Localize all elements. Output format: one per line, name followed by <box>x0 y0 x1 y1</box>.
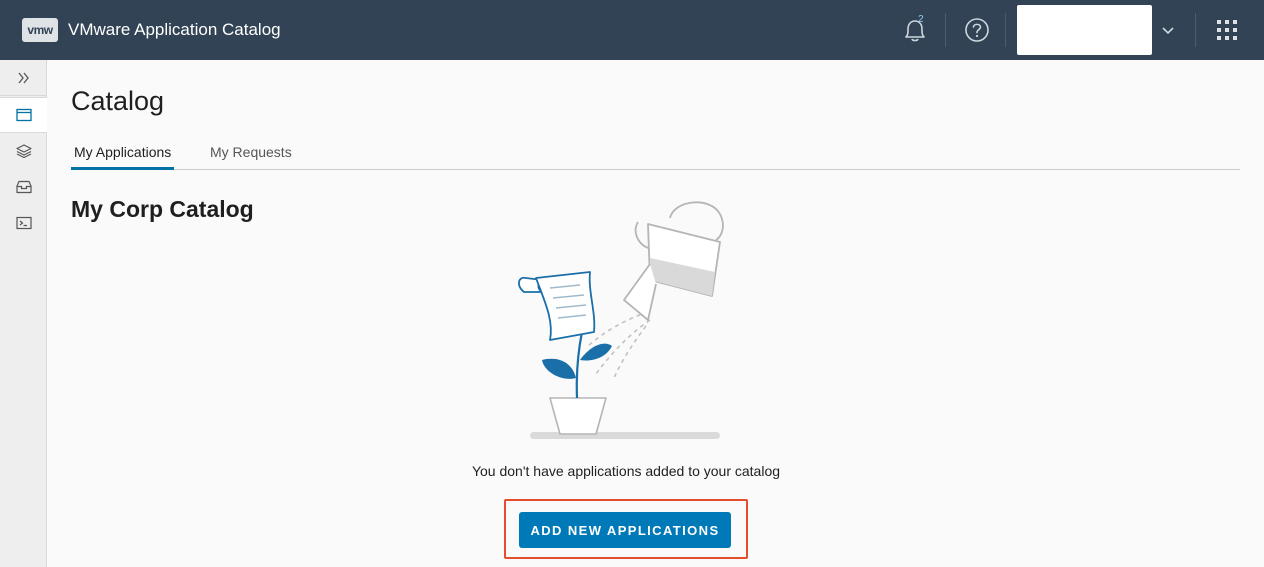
section-title: My Corp Catalog <box>71 196 254 222</box>
user-menu-box[interactable] <box>1017 5 1152 55</box>
add-new-applications-button[interactable]: ADD NEW APPLICATIONS <box>519 512 731 548</box>
left-sidebar <box>0 60 47 567</box>
double-chevron-right-icon <box>17 72 29 83</box>
app-title[interactable]: VMware Application Catalog <box>68 19 281 41</box>
bell-icon[interactable] <box>898 16 932 44</box>
empty-state-text: You don't have applications added to you… <box>471 463 781 479</box>
tab-my-requests[interactable]: My Requests <box>207 140 295 170</box>
browser-icon <box>15 108 32 122</box>
apps-grid-icon[interactable] <box>1216 19 1238 41</box>
layers-icon <box>15 144 32 159</box>
sidebar-item-inbox[interactable] <box>0 169 47 205</box>
inbox-icon <box>15 180 32 194</box>
tab-my-applications[interactable]: My Applications <box>71 140 175 170</box>
sidebar-collapse-toggle[interactable] <box>0 60 47 96</box>
notification-badge: 2 <box>918 14 924 25</box>
header-divider <box>1195 13 1196 47</box>
sidebar-item-terminal[interactable] <box>0 205 47 241</box>
sidebar-item-layers[interactable] <box>0 133 47 169</box>
catalog-tabs: My Applications My Requests <box>71 140 1240 170</box>
chevron-down-icon[interactable] <box>1159 21 1177 39</box>
watering-plant-illustration <box>518 201 724 439</box>
header-divider <box>1005 13 1006 47</box>
empty-state-message: You don't have applications added to you… <box>0 463 1252 479</box>
vmware-logo[interactable]: vmw <box>22 18 58 42</box>
header-divider <box>945 13 946 47</box>
sidebar-item-catalog[interactable] <box>0 97 47 133</box>
terminal-icon <box>15 216 32 230</box>
page-title: Catalog <box>71 86 165 116</box>
help-icon[interactable] <box>964 17 990 43</box>
top-header: vmw VMware Application Catalog 2 <box>0 0 1264 60</box>
